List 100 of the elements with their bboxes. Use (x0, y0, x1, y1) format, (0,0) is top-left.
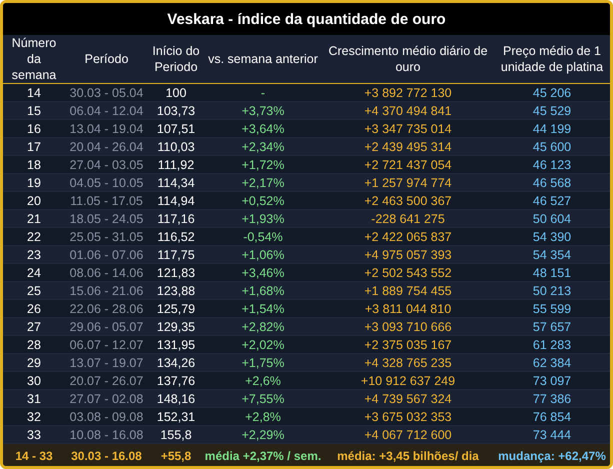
table-cell: 152,31 (148, 408, 204, 426)
table-cell: 15 (3, 102, 65, 120)
table-cell: +10 912 637 249 (322, 372, 494, 390)
table-cell: 29 (3, 354, 65, 372)
table-cell: 50 213 (494, 282, 610, 300)
table-cell: +7,55% (204, 390, 322, 408)
table-cell: 46 527 (494, 192, 610, 210)
table-cell: +2 422 065 837 (322, 228, 494, 246)
table-cell: 06.07 - 12.07 (65, 336, 148, 354)
table-cell: 10.08 - 16.08 (65, 426, 148, 444)
table-cell: 103,73 (148, 102, 204, 120)
table-cell: 16 (3, 120, 65, 138)
table-cell: 17 (3, 138, 65, 156)
table-cell: -0,54% (204, 228, 322, 246)
summary-cell: média +2,37% / sem. (204, 444, 322, 466)
table-cell: +4 067 712 600 (322, 426, 494, 444)
table-cell: 20.04 - 26.04 (65, 138, 148, 156)
table-cell: 30.03 - 05.04 (65, 84, 148, 102)
summary-cell: 30.03 - 16.08 (65, 444, 148, 466)
column-header: Preço médio de 1 unidade de platina (494, 35, 610, 84)
table-cell: 20 (3, 192, 65, 210)
summary-cell: mudança: +62,47% (494, 444, 610, 466)
table-title: Veskara - índice da quantidade de ouro (3, 3, 610, 35)
table-cell: 31 (3, 390, 65, 408)
table-cell: 25 (3, 282, 65, 300)
table-cell: 11.05 - 17.05 (65, 192, 148, 210)
table-cell: 22 (3, 228, 65, 246)
table-cell: 114,94 (148, 192, 204, 210)
table-cell: 13.07 - 19.07 (65, 354, 148, 372)
table-cell: 77 386 (494, 390, 610, 408)
table-cell: +2,8% (204, 408, 322, 426)
column-header: Período (65, 35, 148, 84)
table-cell: +3 892 772 130 (322, 84, 494, 102)
table-cell: 01.06 - 07.06 (65, 246, 148, 264)
table-cell: +2 502 543 552 (322, 264, 494, 282)
table-cell: 45 206 (494, 84, 610, 102)
table-cell: 123,88 (148, 282, 204, 300)
table-cell: +1 889 754 455 (322, 282, 494, 300)
table-cell: +1,75% (204, 354, 322, 372)
table-cell: +2,29% (204, 426, 322, 444)
table-cell: +4 975 057 393 (322, 246, 494, 264)
table-cell: 06.04 - 12.04 (65, 102, 148, 120)
summary-cell: média: +3,45 bilhões/ dia (322, 444, 494, 466)
table-cell: - (204, 84, 322, 102)
table-cell: +3,64% (204, 120, 322, 138)
table-cell: +3 811 044 810 (322, 300, 494, 318)
table-cell: +3 347 735 014 (322, 120, 494, 138)
table-cell: +4 328 765 235 (322, 354, 494, 372)
table-cell: 44 199 (494, 120, 610, 138)
table-cell: 27.04 - 03.05 (65, 156, 148, 174)
table-cell: 03.08 - 09.08 (65, 408, 148, 426)
table-cell: 62 384 (494, 354, 610, 372)
table-cell: 117,75 (148, 246, 204, 264)
table-cell: 100 (148, 84, 204, 102)
table-cell: +3,46% (204, 264, 322, 282)
table-cell: 61 283 (494, 336, 610, 354)
table-cell: 54 354 (494, 246, 610, 264)
table-cell: +2 375 035 167 (322, 336, 494, 354)
table-cell: +4 739 567 324 (322, 390, 494, 408)
table-cell: +1,68% (204, 282, 322, 300)
table-cell: 32 (3, 408, 65, 426)
table-cell: 24 (3, 264, 65, 282)
table-cell: 28 (3, 336, 65, 354)
table-cell: 117,16 (148, 210, 204, 228)
table-cell: 121,83 (148, 264, 204, 282)
column-header: vs. semana anterior (204, 35, 322, 84)
table-cell: +3 093 710 666 (322, 318, 494, 336)
table-cell: 57 657 (494, 318, 610, 336)
table-cell: +3,73% (204, 102, 322, 120)
table-cell: +2,02% (204, 336, 322, 354)
table-cell: 148,16 (148, 390, 204, 408)
column-header: Crescimento médio diário de ouro (322, 35, 494, 84)
table-cell: 20.07 - 26.07 (65, 372, 148, 390)
table-cell: +1,72% (204, 156, 322, 174)
table-cell: 46 568 (494, 174, 610, 192)
table-cell: +1 257 974 774 (322, 174, 494, 192)
table-cell: -228 641 275 (322, 210, 494, 228)
table-cell: 73 444 (494, 426, 610, 444)
table-cell: 129,35 (148, 318, 204, 336)
table-cell: +0,52% (204, 192, 322, 210)
table-cell: 125,79 (148, 300, 204, 318)
table-cell: 21 (3, 210, 65, 228)
table-cell: +1,06% (204, 246, 322, 264)
table-cell: +2,6% (204, 372, 322, 390)
table-cell: +3 675 032 353 (322, 408, 494, 426)
column-header: Início do Periodo (148, 35, 204, 84)
table-cell: +2 439 495 314 (322, 138, 494, 156)
table-cell: 29.06 - 05.07 (65, 318, 148, 336)
table-cell: +2,82% (204, 318, 322, 336)
table-cell: 22.06 - 28.06 (65, 300, 148, 318)
table-cell: 13.04 - 19.04 (65, 120, 148, 138)
table-cell: 137,76 (148, 372, 204, 390)
table-cell: 134,26 (148, 354, 204, 372)
table-cell: 33 (3, 426, 65, 444)
table-cell: 26 (3, 300, 65, 318)
table-cell: +1,93% (204, 210, 322, 228)
table-cell: 114,34 (148, 174, 204, 192)
summary-cell: +55,8 (148, 444, 204, 466)
table-cell: 27 (3, 318, 65, 336)
table-cell: 155,8 (148, 426, 204, 444)
